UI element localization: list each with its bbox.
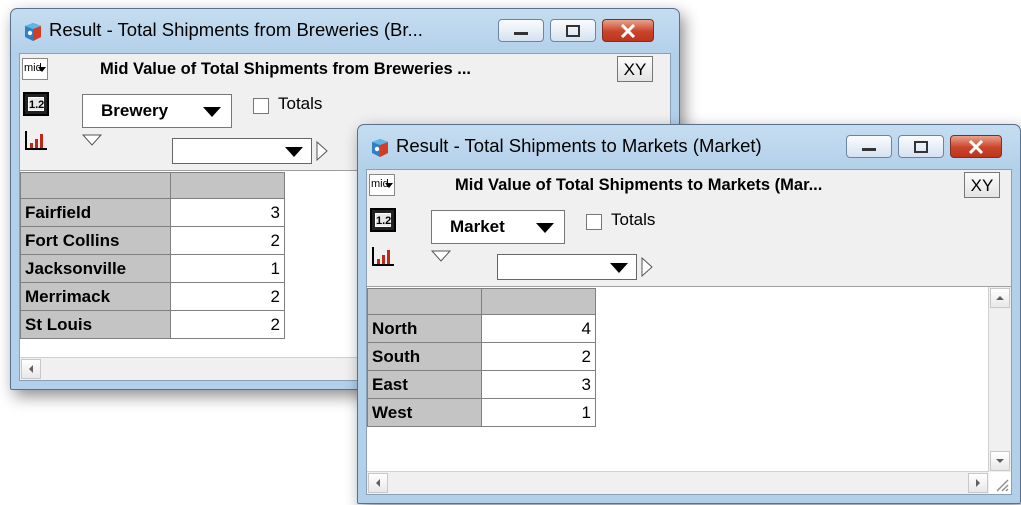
close-button[interactable] [950,135,1002,158]
row-label: West [367,398,482,427]
row-label: East [367,370,482,399]
chevron-down-icon [38,67,46,72]
header-cell [367,288,482,315]
dropdown-arrow-icon [203,107,221,117]
index-dropdown[interactable]: Market [431,210,565,244]
row-index-triangle-icon[interactable] [82,134,102,146]
minimize-button[interactable] [498,19,544,42]
title-bar[interactable]: Result - Total Shipments to Markets (Mar… [358,125,1020,169]
header-cell [20,172,171,199]
table-row[interactable]: Jacksonville 1 [20,254,285,283]
slicer-dropdown[interactable] [172,138,312,164]
totals-checkbox[interactable] [253,98,269,114]
maximize-icon [566,24,580,37]
scroll-up-button[interactable] [990,288,1010,308]
scroll-right-icon [976,479,980,487]
table-view-icon[interactable]: 1.2 [23,92,49,116]
xy-button[interactable]: XY [964,172,1000,198]
resize-grip-icon[interactable] [993,476,1009,492]
row-value[interactable]: 1 [170,254,285,283]
totals-label: Totals [611,210,656,229]
close-button[interactable] [602,19,654,42]
vertical-scrollbar[interactable] [988,287,1011,472]
uncertainty-mode-button[interactable]: mid [369,174,395,196]
result-view: mid 1.2 Mid Value of Total Shipments to … [366,169,1012,495]
scroll-up-icon [996,296,1004,300]
row-label: Merrimack [20,282,171,311]
dropdown-arrow-icon [536,223,554,233]
maximize-button[interactable] [898,135,944,158]
row-value[interactable]: 4 [481,314,596,343]
graph-view-icon[interactable] [370,244,396,268]
slicer-dropdown[interactable] [497,254,637,280]
close-icon [968,139,984,154]
row-value[interactable]: 3 [170,198,285,227]
header-cell [170,172,285,199]
table-row[interactable]: South 2 [367,342,596,371]
row-index-triangle-icon[interactable] [431,250,451,262]
analytica-app-icon [372,139,388,157]
column-index-triangle-icon[interactable] [641,257,653,277]
row-value[interactable]: 3 [481,370,596,399]
table-row[interactable]: East 3 [367,370,596,399]
row-value[interactable]: 2 [481,342,596,371]
scroll-left-button[interactable] [21,359,41,379]
title-bar[interactable]: Result - Total Shipments from Breweries … [11,9,679,53]
table-row[interactable]: North 4 [367,314,596,343]
row-value[interactable]: 1 [481,398,596,427]
index-dropdown-label: Market [450,217,505,236]
scroll-left-icon [376,479,380,487]
row-label: South [367,342,482,371]
scroll-down-icon [996,459,1004,463]
table-row[interactable]: Fort Collins 2 [20,226,285,255]
uncertainty-mode-button[interactable]: mid [22,58,48,80]
result-table: Fairfield 3 Fort Collins 2 Jacksonville 1 M… [20,172,285,339]
row-value[interactable]: 2 [170,282,285,311]
horizontal-scrollbar[interactable] [367,471,989,494]
maximize-button[interactable] [550,19,596,42]
analytica-app-icon [25,23,41,41]
result-title: Mid Value of Total Shipments to Markets … [455,176,823,194]
minimize-button[interactable] [846,135,892,158]
header-cell [481,288,596,315]
result-table: North 4 South 2 East 3 West 1 [367,288,596,427]
row-value[interactable]: 2 [170,226,285,255]
totals-label: Totals [278,94,323,113]
graph-view-icon[interactable] [23,128,49,152]
maximize-icon [914,140,928,153]
result-window-markets[interactable]: Result - Total Shipments to Markets (Mar… [357,124,1021,504]
row-label: Fairfield [20,198,171,227]
table-row[interactable]: Merrimack 2 [20,282,285,311]
table-view-icon[interactable]: 1.2 [370,208,396,232]
scroll-left-icon [29,365,33,373]
window-title: Result - Total Shipments to Markets (Mar… [396,135,762,156]
minimize-icon [514,31,528,35]
chevron-down-icon [385,183,393,188]
row-label: North [367,314,482,343]
table-header-row [367,288,596,315]
minimize-icon [862,147,876,151]
index-dropdown-label: Brewery [101,101,169,120]
window-title: Result - Total Shipments from Breweries … [49,19,423,40]
xy-button[interactable]: XY [617,56,653,82]
scroll-down-button[interactable] [990,451,1010,471]
close-icon [620,23,636,38]
row-label: St Louis [20,310,171,339]
table-header-row [20,172,285,199]
table-row[interactable]: Fairfield 3 [20,198,285,227]
row-value[interactable]: 2 [170,310,285,339]
column-index-triangle-icon[interactable] [316,141,328,161]
dropdown-arrow-icon [285,147,303,157]
index-dropdown[interactable]: Brewery [82,94,232,128]
dropdown-arrow-icon [610,263,628,273]
scroll-left-button[interactable] [368,473,388,493]
scroll-right-button[interactable] [968,473,988,493]
table-row[interactable]: St Louis 2 [20,310,285,339]
totals-checkbox[interactable] [586,214,602,230]
result-title: Mid Value of Total Shipments from Brewer… [100,60,472,78]
row-label: Fort Collins [20,226,171,255]
row-label: Jacksonville [20,254,171,283]
table-row[interactable]: West 1 [367,398,596,427]
result-toolbar: mid 1.2 Mid Value of Total Shipments to … [367,170,1011,287]
